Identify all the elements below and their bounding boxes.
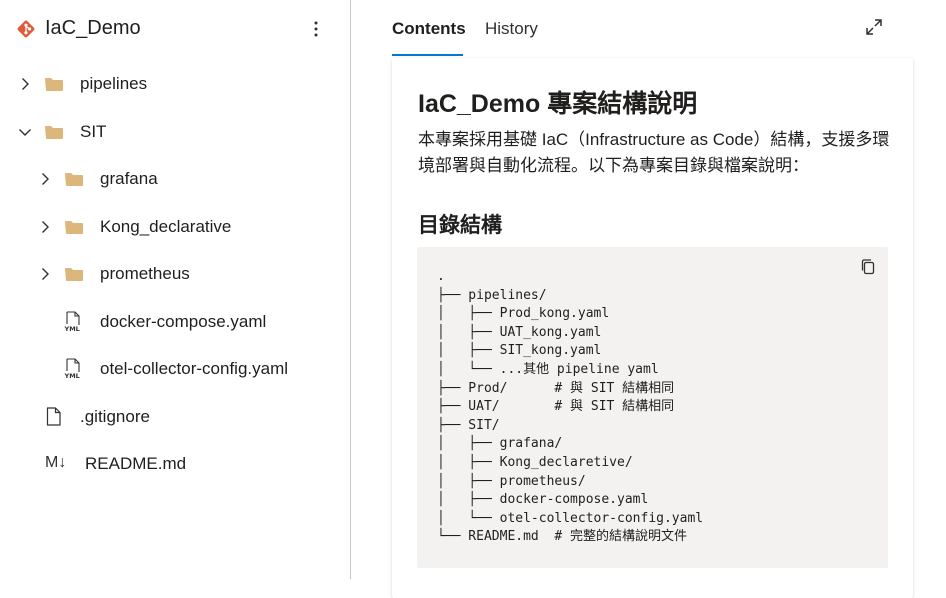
folder-icon [65,268,83,281]
chevron-right-icon[interactable] [37,171,53,187]
tree-item-label: Kong_declarative [100,217,232,236]
azure-repos-icon [17,20,35,38]
tree-item-label: otel-collector-config.yaml [100,359,289,378]
tab-contents[interactable]: Contents [392,19,466,39]
repo-header: IaC_Demo [0,0,350,60]
more-options-button[interactable] [306,17,326,41]
tree-item-docker-compose-yaml[interactable]: YML docker-compose.yaml [0,302,349,342]
tree-item-label: SIT [80,122,107,141]
tree-item-kong-declarative[interactable]: Kong_declarative [0,207,349,247]
copy-icon[interactable] [859,258,877,276]
tab-history[interactable]: History [485,19,538,39]
file-explorer-sidebar: IaC_Demo pipelines SIT grafana Kong_decl… [0,0,351,579]
tree-item-label: prometheus [100,264,190,283]
tree-item-label: .gitignore [80,407,150,426]
markdown-file-icon: M↓ [45,454,67,471]
yaml-file-icon: YML [64,358,80,380]
tree-item-label: docker-compose.yaml [100,312,267,331]
folder-icon [65,173,83,186]
file-icon [46,407,61,426]
chevron-right-icon[interactable] [37,266,53,282]
tree-item-gitignore[interactable]: .gitignore [0,397,349,437]
expand-icon[interactable] [864,17,884,37]
tree-item-grafana[interactable]: grafana [0,159,349,199]
folder-icon [65,221,83,234]
tree-item-label: README.md [85,454,187,473]
svg-text:YML: YML [64,372,80,380]
more-vertical-icon [314,21,318,37]
chevron-down-icon[interactable] [17,124,33,140]
tree-item-label: pipelines [80,74,148,93]
tree-item-prometheus[interactable]: prometheus [0,254,349,294]
tree-item-otel-collector-config-yaml[interactable]: YML otel-collector-config.yaml [0,349,349,389]
chevron-right-icon[interactable] [37,219,53,235]
repo-name[interactable]: IaC_Demo [45,17,141,40]
tree-item-pipelines[interactable]: pipelines [0,64,349,104]
tree-item-sit[interactable]: SIT [0,112,349,152]
svg-text:YML: YML [64,325,80,333]
active-tab-indicator [392,54,463,56]
tree-item-label: grafana [100,169,158,188]
page-title: IaC_Demo 專案結構說明 [418,90,698,118]
directory-structure-code: . ├── pipelines/ │ ├── Prod_kong.yaml │ … [437,269,704,545]
folder-icon [45,126,63,139]
section-heading: 目錄結構 [418,214,502,237]
tree-item-readme-md[interactable]: M↓ README.md [0,444,349,484]
intro-paragraph: 本專案採用基礎 IaC（Infrastructure as Code）結構，支援… [418,130,890,175]
folder-icon [45,78,63,91]
yaml-file-icon: YML [64,311,80,333]
chevron-right-icon[interactable] [17,76,33,92]
